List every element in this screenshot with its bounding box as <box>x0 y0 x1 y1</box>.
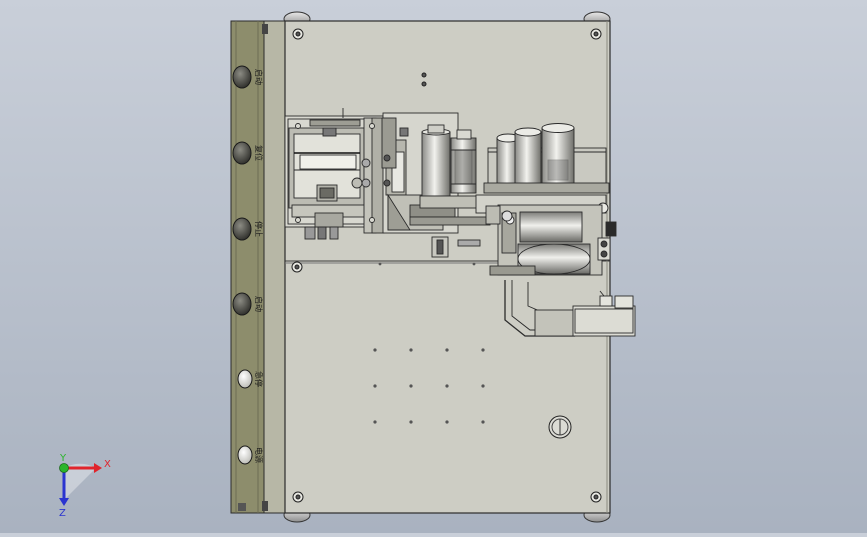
cad-viewport[interactable]: 启动 复位 停止 启动 急停 电源 X Y Z <box>0 0 867 533</box>
orientation-triad: X Y Z <box>59 453 111 519</box>
reset-button-label: 复位 <box>254 145 264 161</box>
x-axis-label: X <box>104 459 111 470</box>
start-button-2[interactable]: 启动 <box>232 292 264 316</box>
emergency-stop-label: 急停 <box>254 371 264 387</box>
power-button-label: 电源 <box>254 447 264 463</box>
y-axis-label: Y <box>59 453 67 464</box>
clamp-fixture <box>284 108 385 240</box>
stop-button[interactable]: 停止 <box>232 217 264 241</box>
start-button-label: 启动 <box>254 69 264 85</box>
side-panel <box>230 20 286 514</box>
reset-button[interactable]: 复位 <box>232 141 264 165</box>
start-button[interactable]: 启动 <box>232 65 264 89</box>
z-axis-label: Z <box>59 508 66 519</box>
y-axis-dot <box>59 463 69 473</box>
z-axis-arrow <box>59 498 69 506</box>
cad-drawing: 启动 复位 停止 启动 急停 电源 X Y Z <box>59 11 636 523</box>
stop-button-label: 停止 <box>254 221 264 237</box>
start-button-2-label: 启动 <box>254 296 264 312</box>
x-axis-arrow <box>94 463 102 473</box>
round-port <box>548 415 572 439</box>
